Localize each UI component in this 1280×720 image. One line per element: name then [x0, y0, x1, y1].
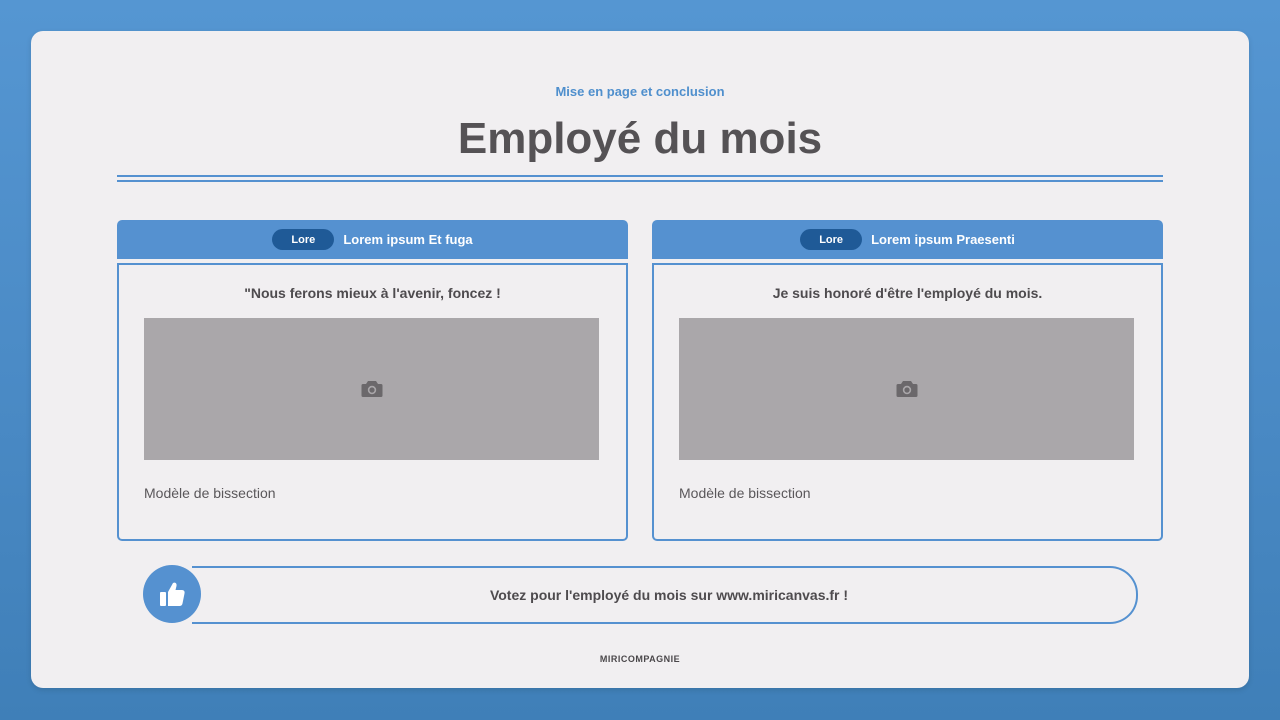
card-body: Je suis honoré d'être l'employé du mois.… [652, 263, 1163, 541]
camera-icon [361, 381, 382, 397]
employee-card-2: Lore Lorem ipsum Praesenti Je suis honor… [652, 220, 1163, 543]
slide: Mise en page et conclusion Employé du mo… [31, 31, 1249, 688]
thumbs-up-badge [143, 565, 201, 623]
title-divider-top [117, 175, 1163, 177]
card-body: "Nous ferons mieux à l'avenir, foncez ! … [117, 263, 628, 541]
vote-text: Votez pour l'employé du mois sur www.mir… [489, 587, 849, 603]
card-quote: Je suis honoré d'être l'employé du mois. [772, 285, 1043, 301]
card-title: Lorem ipsum Et fuga [343, 232, 473, 247]
slide-title: Employé du mois [457, 114, 823, 163]
card-pill: Lore [800, 229, 863, 250]
vote-banner: Votez pour l'employé du mois sur www.mir… [192, 566, 1138, 624]
thumbs-up-icon [160, 582, 185, 606]
card-pill: Lore [272, 229, 335, 250]
card-quote: "Nous ferons mieux à l'avenir, foncez ! [244, 285, 501, 301]
camera-icon [896, 381, 917, 397]
card-caption: Modèle de bissection [679, 485, 811, 501]
employee-card-1: Lore Lorem ipsum Et fuga "Nous ferons mi… [117, 220, 628, 543]
image-placeholder[interactable] [679, 318, 1134, 460]
brand-footer: MIRICOMPAGNIE [599, 654, 681, 664]
card-header: Lore Lorem ipsum Praesenti [652, 220, 1163, 259]
card-title: Lorem ipsum Praesenti [871, 232, 1015, 247]
card-caption: Modèle de bissection [144, 485, 276, 501]
card-header: Lore Lorem ipsum Et fuga [117, 220, 628, 259]
slide-subtitle: Mise en page et conclusion [555, 84, 725, 99]
title-divider-bottom [117, 180, 1163, 182]
image-placeholder[interactable] [144, 318, 599, 460]
